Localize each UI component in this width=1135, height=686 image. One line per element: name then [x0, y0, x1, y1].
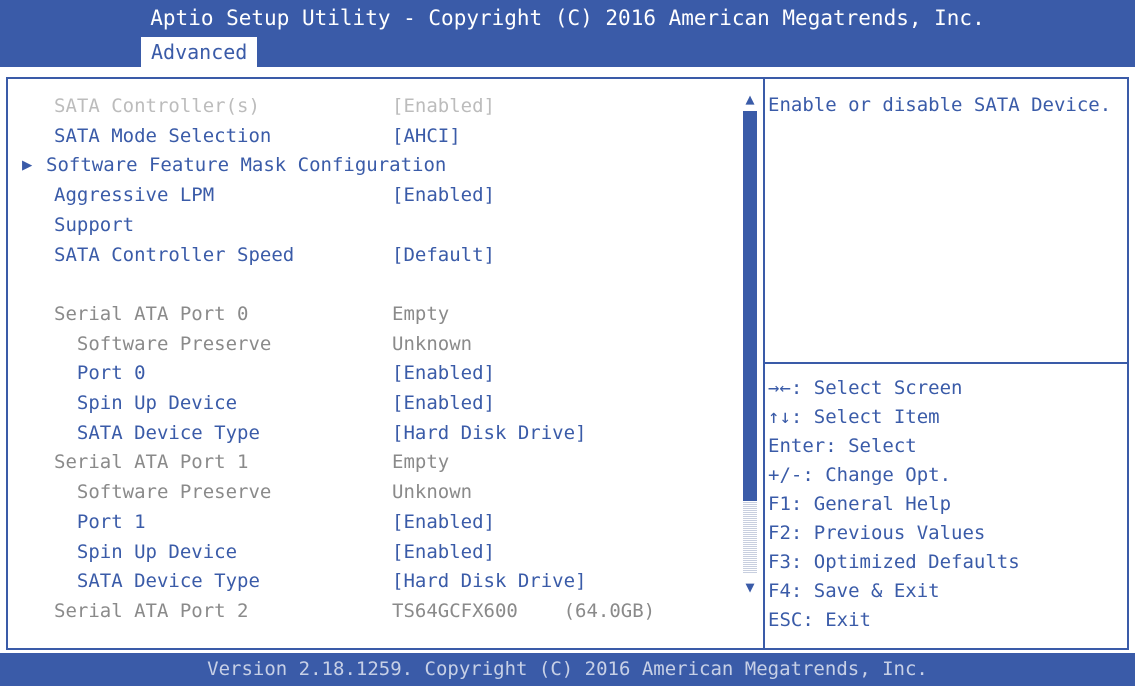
key-help-item: F2: Previous Values — [768, 522, 986, 544]
setting-value: TS64GCFX600 (64.0GB) — [392, 599, 656, 622]
key-help-item: ↑↓: Select Item — [768, 406, 940, 428]
setting-row[interactable]: SATA Mode Selection [AHCI] — [22, 122, 732, 151]
scrollbar[interactable]: ▲ ▼ — [741, 89, 759, 599]
submenu-item[interactable]: ▶ Software Feature Mask Configuration — [22, 151, 732, 180]
key-help-list: →←: Select Screen ↑↓: Select Item Enter: S… — [768, 374, 1123, 635]
setting-value[interactable]: [Enabled] — [392, 538, 495, 567]
setting-row[interactable]: Aggressive LPM [Enabled] — [22, 181, 732, 210]
setting-value[interactable]: [Enabled] — [392, 359, 495, 388]
key-help-item: F4: Save & Exit — [768, 580, 940, 602]
scroll-track[interactable] — [743, 501, 757, 573]
setting-label: SATA Controller Speed — [54, 243, 295, 266]
triangle-up-icon[interactable]: ▲ — [741, 89, 759, 109]
triangle-right-icon: ▶ — [22, 155, 33, 176]
setting-label: Aggressive LPM — [54, 184, 215, 207]
setting-label: SATA Device Type — [54, 570, 260, 593]
setting-value: Unknown — [392, 332, 473, 355]
key-help-item: F3: Optimized Defaults — [768, 551, 1020, 573]
setting-label: Software Preserve — [54, 481, 272, 504]
key-help-item: F1: General Help — [768, 493, 952, 515]
setting-row: Software Preserve Unknown — [22, 478, 732, 507]
setting-label: Spin Up Device — [54, 540, 238, 563]
setting-label: Software Feature Mask Configuration — [46, 154, 447, 177]
setting-row: Serial ATA Port 1 Empty — [22, 448, 732, 477]
setting-row[interactable]: Spin Up Device [Enabled] — [22, 389, 732, 418]
setting-label: Port 1 — [54, 510, 146, 533]
title-bar: Aptio Setup Utility - Copyright (C) 2016… — [0, 0, 1135, 67]
setting-value[interactable]: [AHCI] — [392, 122, 461, 151]
setting-row[interactable]: Port 1 [Enabled] — [22, 508, 732, 537]
footer-bar: Version 2.18.1259. Copyright (C) 2016 Am… — [0, 653, 1135, 686]
help-description: Enable or disable SATA Device. — [768, 94, 1112, 116]
setting-row: SATA Controller(s) [Enabled] — [22, 92, 732, 121]
setting-row[interactable]: SATA Device Type [Hard Disk Drive] — [22, 567, 732, 596]
app-title: Aptio Setup Utility - Copyright (C) 2016… — [150, 6, 985, 30]
setting-label: Spin Up Device — [54, 392, 238, 414]
key-help-item: ESC: Exit — [768, 609, 871, 631]
key-help-item: Enter: Select — [768, 435, 917, 457]
setting-label: SATA Controller(s) — [54, 95, 260, 117]
setting-row[interactable]: SATA Controller Speed [Default] — [22, 241, 732, 270]
key-help-item: →←: Select Screen — [768, 377, 963, 399]
setting-value[interactable]: [Hard Disk Drive] — [392, 567, 586, 596]
setting-value: Unknown — [392, 481, 473, 504]
setting-label: Serial ATA Port 1 — [54, 451, 249, 474]
setting-value: Empty — [392, 451, 450, 474]
setting-value: Empty — [392, 302, 450, 325]
setting-label: Software Preserve — [54, 332, 272, 355]
setting-value: [Enabled] — [392, 95, 495, 117]
triangle-down-icon[interactable]: ▼ — [741, 577, 759, 597]
tab-advanced[interactable]: Advanced — [140, 36, 259, 67]
setting-row: Software Preserve Unknown — [22, 330, 732, 359]
setting-value[interactable]: [Enabled] — [392, 389, 495, 418]
setting-value[interactable]: [Enabled] — [392, 181, 495, 210]
help-separator — [765, 362, 1127, 364]
setting-row: Serial ATA Port 2 TS64GCFX600 (64.0GB) — [22, 597, 732, 626]
setting-row[interactable]: Port 0 [Enabled] — [22, 359, 732, 388]
scroll-thumb[interactable] — [743, 111, 757, 501]
setting-row[interactable]: Spin Up Device [Enabled] — [22, 538, 732, 567]
setting-label: Port 0 — [54, 362, 146, 385]
setting-value[interactable]: [Default] — [392, 241, 495, 270]
setting-value[interactable]: [Hard Disk Drive] — [392, 419, 586, 448]
setting-row — [22, 270, 732, 299]
setting-label: Serial ATA Port 0 — [54, 302, 249, 325]
setting-label: Support — [54, 213, 135, 236]
setting-label: SATA Mode Selection — [54, 124, 272, 147]
key-help-item: +/-: Change Opt. — [768, 464, 952, 486]
setting-label: SATA Device Type — [54, 421, 260, 444]
setting-row: Serial ATA Port 0 Empty — [22, 300, 732, 329]
setting-label: Serial ATA Port 2 — [54, 599, 249, 622]
settings-list: SATA Controller(s) [Enabled] SATA Mode Sel… — [8, 79, 738, 648]
setting-row[interactable]: Support — [22, 211, 732, 240]
setting-value[interactable]: [Enabled] — [392, 508, 495, 537]
footer-version: Version 2.18.1259. Copyright (C) 2016 Am… — [207, 658, 928, 680]
setting-row[interactable]: SATA Device Type [Hard Disk Drive] — [22, 419, 732, 448]
main-frame: SATA Controller(s) [Enabled] SATA Mode Sel… — [6, 77, 1129, 650]
